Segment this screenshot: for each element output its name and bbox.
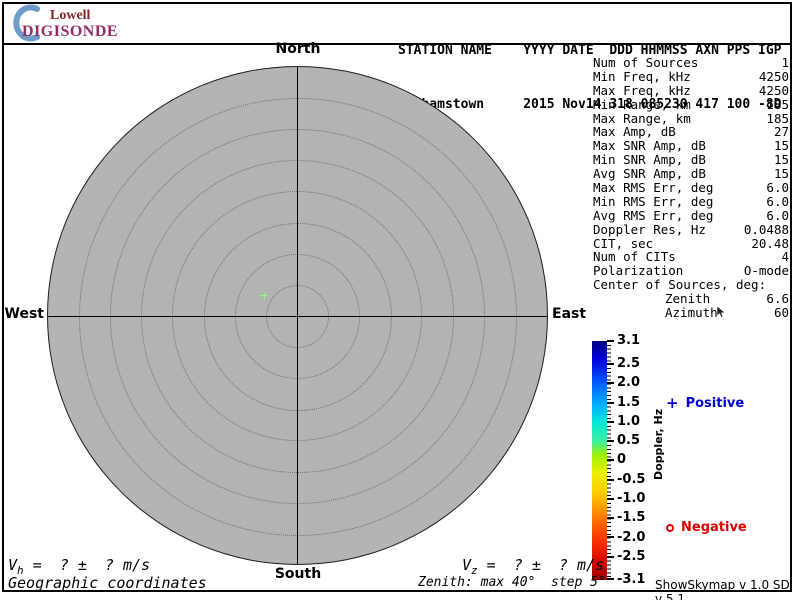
measurement-parameters-panel: Num of Sources 1 Min Freq, kHz 4250 Max Fr… [593,56,789,320]
doppler-colorbar [592,341,607,580]
logo-digisonde-text: DIGISONDE [22,23,119,40]
compass-north-label: North [275,41,321,57]
legend-negative: Negative [666,520,747,535]
coordinate-system-note: Geographic coordinates [8,574,207,592]
param-row: Max Range, km 185 [593,110,789,126]
param-row: CIT, sec 20.48 [593,235,789,251]
colorbar-tick-label: 3.1 [617,333,641,348]
showskymap-window: Lowell DIGISONDE STATION NAME YYYY DATE … [0,0,800,600]
colorbar-tick-label: 0.5 [617,433,641,448]
vertical-velocity-readout: Vz = ? ± ? m/s [462,556,605,577]
software-version-label: ShowSkymap v 1.0 SD v 5.1 [655,578,790,600]
colorbar-tick-label: -3.1 [617,572,646,587]
colorbar-tick-label: -1.0 [617,491,646,506]
param-row: Max RMS Err, deg 6.0 [593,180,789,196]
plus-marker-icon: + [666,394,679,412]
param-row: Center of Sources, deg: [593,277,767,293]
colorbar-tick-label: 0 [617,452,627,467]
colorbar-tick-label: 1.0 [617,414,641,429]
lowell-digisonde-logo: Lowell DIGISONDE [10,4,160,42]
zenith-ring-35deg [79,98,517,536]
east-west-axis [48,316,547,317]
compass-east-label: East [552,306,587,322]
param-row: Min Range, km 185 [593,96,789,112]
param-row: Azimuth 60 [665,305,789,321]
colorbar-tick-label: -2.5 [617,549,646,564]
param-row: Min SNR Amp, dB 15 [593,152,789,168]
compass-west-label: West [4,306,44,322]
param-row: Avg SNR Amp, dB 15 [593,166,789,182]
param-row: Avg RMS Err, deg 6.0 [593,207,789,223]
circle-marker-icon [666,523,674,532]
colorbar-tick-label: -0.5 [617,472,646,487]
param-row: Min RMS Err, deg 6.0 [593,193,789,209]
skymap-polar-plot [47,66,548,565]
source-point-marker [261,292,268,299]
param-row: Min Freq, kHz 4250 [593,68,789,84]
legend-positive: + Positive [666,394,745,412]
param-row: Num of Sources 1 [593,55,789,70]
param-row: Max SNR Amp, dB 15 [593,138,789,154]
colorbar-tick-label: -2.0 [617,530,646,545]
colorbar-axis-title: Doppler, Hz [652,408,665,480]
colorbar-tick-label: 2.5 [617,356,641,371]
logo-lowell-text: Lowell [50,8,91,23]
legend-negative-label: Negative [681,520,747,535]
mouse-cursor-icon [716,306,726,318]
colorbar-tick-label: 1.5 [617,395,641,410]
zenith-range-note: Zenith: max 40° step 5° [418,575,606,590]
param-row: Polarization O-mode [593,263,789,279]
legend-positive-label: Positive [685,396,745,411]
param-row: Max Amp, dB 27 [593,124,789,140]
colorbar-tick-label: 2.0 [617,375,641,390]
param-row: Num of CITs 4 [593,249,789,265]
param-row: Zenith 6.6 [665,291,789,307]
param-row: Max Freq, kHz 4250 [593,82,789,98]
compass-south-label: South [274,566,322,582]
colorbar-tick-label: -1.5 [617,510,646,525]
param-row: Doppler Res, Hz 0.0488 [593,221,789,237]
